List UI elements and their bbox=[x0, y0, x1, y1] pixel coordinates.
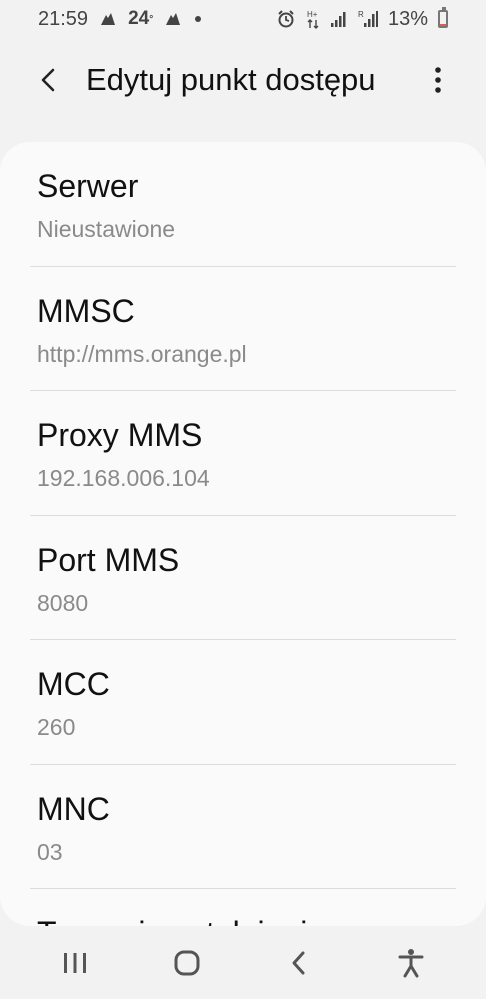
list-item-port-mms[interactable]: Port MMS 8080 bbox=[0, 516, 486, 640]
recents-button[interactable] bbox=[30, 933, 120, 993]
item-value: 8080 bbox=[37, 589, 89, 616]
signal-icon bbox=[330, 10, 348, 28]
signal-roaming-icon: R bbox=[358, 9, 378, 29]
temperature-badge: 24 ° bbox=[128, 8, 154, 29]
list-item-server[interactable]: Serwer Nieustawione bbox=[0, 142, 486, 267]
dot-icon bbox=[193, 14, 203, 24]
accessibility-button[interactable] bbox=[366, 933, 456, 993]
svg-text:R: R bbox=[358, 10, 364, 19]
back-icon bbox=[292, 951, 305, 974]
recents-icon bbox=[64, 952, 86, 973]
list-item-mmsc[interactable]: MMSC http://mms.orange.pl bbox=[0, 267, 486, 391]
accessibility-icon bbox=[398, 948, 424, 977]
item-value: 260 bbox=[37, 714, 76, 740]
item-label: MNC bbox=[37, 790, 110, 827]
notification-icon bbox=[98, 9, 118, 29]
data-arrows-icon: H+ bbox=[306, 9, 320, 29]
svg-text:H+: H+ bbox=[307, 10, 318, 19]
item-label: Typ uwierzytelniania bbox=[37, 915, 325, 926]
item-label: Port MMS bbox=[37, 541, 180, 578]
more-options-button[interactable] bbox=[416, 50, 460, 110]
back-button[interactable] bbox=[18, 50, 78, 110]
status-bar: 21:59 24 ° H+ R 13% bbox=[0, 0, 486, 38]
nav-back-button[interactable] bbox=[254, 933, 344, 993]
item-label: MCC bbox=[37, 666, 110, 702]
item-value: 192.168.006.104 bbox=[37, 465, 210, 491]
list-item-mnc[interactable]: MNC 03 bbox=[0, 765, 486, 889]
item-value: Nieustawione bbox=[37, 216, 176, 242]
item-value: 03 bbox=[37, 838, 63, 865]
item-label: Serwer bbox=[37, 168, 139, 204]
settings-card: Serwer Nieustawione MMSC http://mms.oran… bbox=[0, 142, 486, 926]
item-value: http://mms.orange.pl bbox=[37, 340, 247, 367]
battery-icon bbox=[438, 7, 448, 28]
temperature-value: 24 bbox=[128, 8, 150, 29]
chevron-left-icon bbox=[41, 68, 55, 92]
list-item-proxy-mms[interactable]: Proxy MMS 192.168.006.104 bbox=[0, 391, 486, 516]
status-left: 21:59 24 ° bbox=[38, 8, 203, 31]
home-icon bbox=[174, 950, 200, 975]
home-button[interactable] bbox=[142, 933, 232, 993]
list-item-auth-type[interactable]: Typ uwierzytelniania bbox=[0, 889, 486, 926]
screen: 21:59 24 ° H+ R 13% Edytuj punkt dostępu… bbox=[0, 0, 486, 999]
item-label: MMSC bbox=[37, 292, 135, 329]
app-bar: Edytuj punkt dostępu bbox=[0, 50, 486, 110]
alarm-icon bbox=[276, 9, 296, 29]
battery-percent: 13% bbox=[387, 7, 428, 30]
page-title: Edytuj punkt dostępu bbox=[86, 62, 376, 97]
notification-icon bbox=[163, 9, 183, 29]
status-time: 21:59 bbox=[38, 7, 89, 30]
navigation-bar bbox=[0, 926, 486, 999]
more-vertical-icon bbox=[435, 67, 441, 93]
list-item-mcc[interactable]: MCC 260 bbox=[0, 640, 486, 765]
status-right: H+ R 13% bbox=[276, 7, 448, 31]
item-label: Proxy MMS bbox=[37, 417, 203, 453]
